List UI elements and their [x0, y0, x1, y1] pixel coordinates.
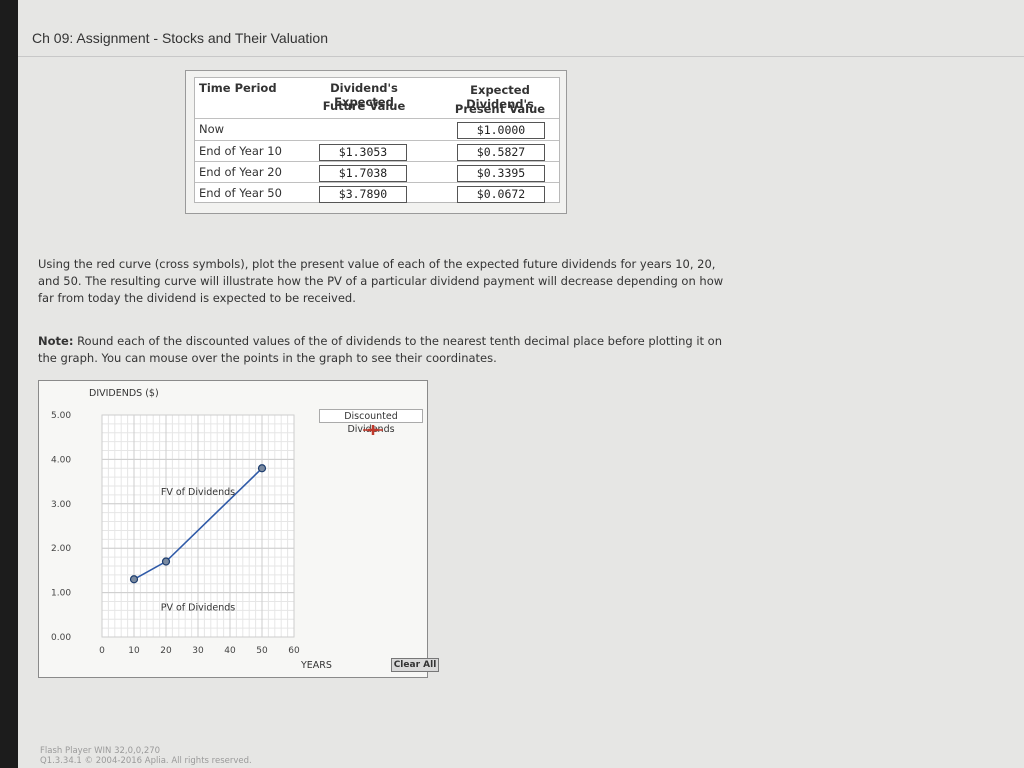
legend-label: Discounted Dividends — [319, 409, 423, 435]
legend-cross-marker[interactable] — [363, 424, 383, 436]
legend: Discounted Dividends — [319, 409, 425, 437]
x-tick-label: 40 — [224, 646, 236, 656]
note-paragraph: Note: Round each of the discounted value… — [38, 333, 728, 367]
note-text: Round each of the discounted values of t… — [38, 334, 723, 365]
header-pv-line2: Present Value — [454, 102, 546, 116]
table-row: Now $1.0000 — [195, 118, 559, 140]
table-row: End of Year 50 $3.7890 $0.0672 — [195, 182, 559, 204]
copyright: Q1.3.34.1 © 2004-2016 Aplia. All rights … — [40, 756, 252, 766]
table-row: End of Year 10 $1.3053 $0.5827 — [195, 140, 559, 162]
dividends-graph[interactable]: DIVIDENDS ($) YEARS 0.00 1.00 2.00 3.00 4.00 5.… — [38, 380, 439, 678]
x-axis-label: YEARS — [300, 660, 332, 671]
pv-value: $0.0672 — [457, 186, 545, 203]
pv-value: $1.0000 — [457, 122, 545, 139]
y-tick-label: 3.00 — [51, 500, 71, 510]
fv-data-point[interactable] — [257, 464, 267, 473]
x-tick-label: 50 — [256, 646, 268, 656]
table-row: End of Year 20 $1.7038 $0.3395 — [195, 161, 559, 183]
x-tick-label: 0 — [99, 646, 105, 656]
header-fv-line2: Future Value — [322, 99, 406, 113]
row-period: End of Year 20 — [199, 165, 282, 179]
instructions-text: Using the red curve (cross symbols), plo… — [38, 257, 724, 305]
clear-all-button[interactable]: Clear All — [391, 658, 439, 672]
row-period: End of Year 10 — [199, 144, 282, 158]
title-divider — [18, 56, 1024, 57]
footer: Flash Player WIN 32,0,0,270 Q1.3.34.1 © … — [40, 746, 252, 766]
y-tick-label: 1.00 — [51, 589, 71, 599]
fv-value: $1.7038 — [319, 165, 407, 182]
fv-value: $3.7890 — [319, 186, 407, 203]
fv-curve-label: FV of Dividends — [161, 487, 235, 498]
y-axis-label: DIVIDENDS ($) — [89, 388, 159, 399]
page-title: Ch 09: Assignment - Stocks and Their Val… — [32, 30, 328, 46]
pv-curve-label: PV of Dividends — [161, 602, 236, 613]
row-period: End of Year 50 — [199, 186, 282, 200]
flash-version: Flash Player WIN 32,0,0,270 — [40, 746, 161, 756]
dividend-table-body: Time Period Dividend's Expected Future V… — [194, 77, 560, 203]
fv-data-point[interactable] — [129, 575, 139, 584]
x-tick-label: 60 — [288, 646, 300, 656]
y-tick-label: 0.00 — [51, 633, 71, 643]
fv-data-point[interactable] — [161, 557, 171, 566]
pv-value: $0.3395 — [457, 165, 545, 182]
pv-value: $0.5827 — [457, 144, 545, 161]
y-tick-label: 4.00 — [51, 455, 71, 465]
assignment-page: Ch 09: Assignment - Stocks and Their Val… — [18, 0, 1024, 768]
row-period: Now — [199, 122, 225, 136]
x-tick-label: 20 — [160, 646, 172, 656]
x-tick-label: 10 — [128, 646, 140, 656]
fv-value: $1.3053 — [319, 144, 407, 161]
note-label: Note: — [38, 334, 74, 348]
dividend-table: Time Period Dividend's Expected Future V… — [185, 70, 567, 214]
y-tick-label: 2.00 — [51, 544, 71, 554]
y-tick-label: 5.00 — [51, 411, 71, 421]
x-tick-label: 30 — [192, 646, 204, 656]
header-time-period: Time Period — [199, 81, 277, 95]
